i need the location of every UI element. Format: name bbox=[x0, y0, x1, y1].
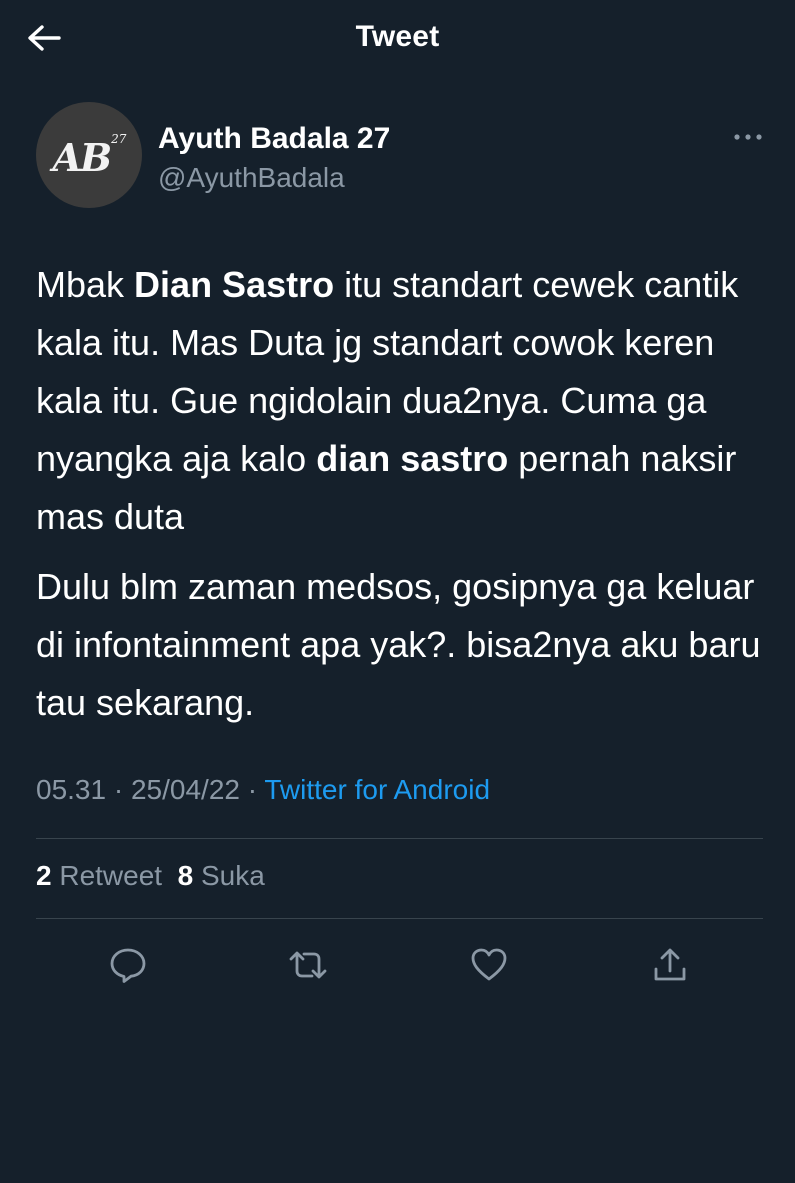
tweet-text-segment: Mbak bbox=[36, 264, 135, 305]
avatar[interactable]: AB 27 bbox=[36, 102, 142, 208]
retweet-label: Retweet bbox=[59, 860, 163, 891]
share-icon bbox=[654, 948, 686, 981]
tweet-paragraph-1: Mbak Dian Sastro itu standart cewek cant… bbox=[36, 256, 776, 546]
like-label: Suka bbox=[201, 860, 265, 891]
share-button[interactable] bbox=[640, 935, 700, 995]
tweet-text-bold-segment: dian sastro bbox=[316, 438, 509, 479]
page-title: Tweet bbox=[355, 20, 440, 53]
retweet-count: 2 bbox=[36, 860, 52, 891]
tweet-metadata: 05.31 · 25/04/22 · Twitter for Android bbox=[36, 774, 490, 806]
avatar-superscript: 27 bbox=[111, 132, 127, 146]
like-stat[interactable]: 8 Suka bbox=[178, 860, 265, 891]
divider bbox=[36, 838, 763, 839]
reply-button[interactable] bbox=[98, 935, 158, 995]
author-handle[interactable]: @AyuthBadala bbox=[158, 162, 345, 194]
retweet-button[interactable] bbox=[278, 935, 338, 995]
avatar-initials: AB bbox=[52, 134, 113, 180]
tweet-stats: 2 Retweet 8 Suka bbox=[36, 860, 265, 892]
tweet-time: 05.31 bbox=[36, 774, 107, 805]
tweet-text: Mbak Dian Sastro itu standart cewek cant… bbox=[36, 256, 776, 732]
tweet-date: 25/04/22 bbox=[130, 774, 240, 805]
tweet-source-link[interactable]: Twitter for Android bbox=[264, 774, 490, 805]
tweet-text-bold-segment: Dian Sastro bbox=[134, 264, 335, 305]
top-bar: Tweet bbox=[0, 0, 795, 78]
more-options-button[interactable] bbox=[726, 124, 770, 150]
reply-icon bbox=[110, 948, 146, 983]
retweet-stat[interactable]: 2 Retweet bbox=[36, 860, 162, 891]
heart-icon bbox=[471, 948, 507, 981]
meta-separator: · bbox=[247, 774, 258, 805]
tweet-actions bbox=[0, 935, 795, 995]
tweet-paragraph-2: Dulu blm zaman medsos, gosipnya ga kelua… bbox=[36, 566, 761, 723]
meta-separator: · bbox=[113, 774, 124, 805]
tweet-author: AB 27 Ayuth Badala 27 @AyuthBadala bbox=[36, 102, 766, 212]
divider bbox=[36, 918, 763, 919]
more-horizontal-icon bbox=[734, 134, 762, 140]
like-button[interactable] bbox=[459, 935, 519, 995]
retweet-icon bbox=[289, 951, 327, 979]
like-count: 8 bbox=[177, 860, 194, 891]
author-name[interactable]: Ayuth Badala 27 bbox=[158, 122, 390, 156]
